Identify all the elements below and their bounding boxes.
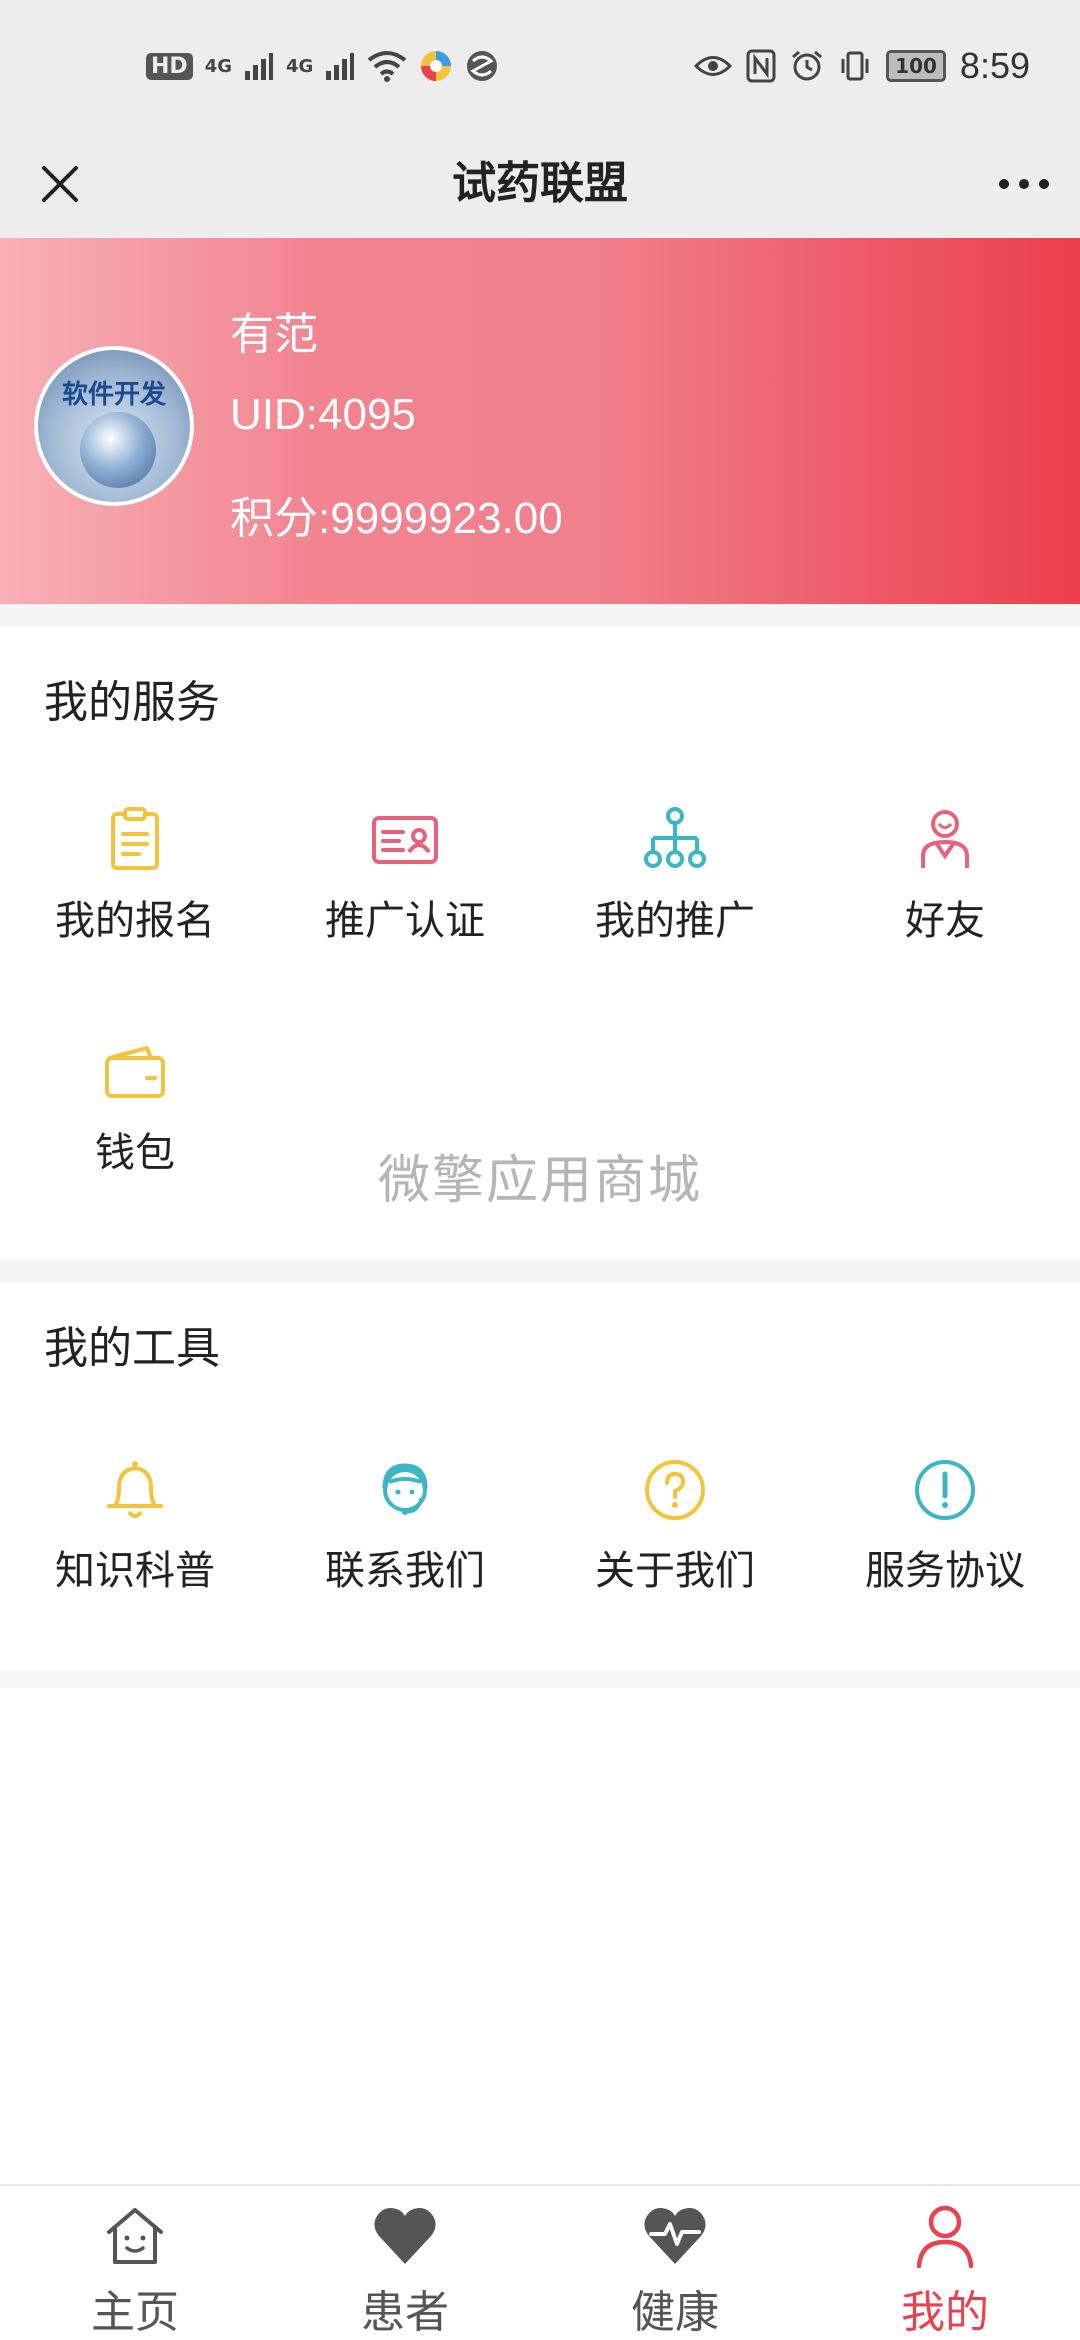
heart-icon [374, 2208, 436, 2264]
id-card-icon [372, 816, 438, 864]
heartbeat-icon [644, 2208, 706, 2264]
tool-label: 联系我们 [325, 1548, 485, 1594]
network-icon [644, 807, 706, 868]
avatar[interactable]: 软件开发 [34, 346, 194, 506]
home-icon [107, 2208, 163, 2264]
vibrate-icon [841, 51, 869, 81]
status-bar: HD 4G 4G 100 8:59 [0, 0, 1080, 130]
service-label: 我的推广 [595, 898, 755, 944]
tool-label: 知识科普 [55, 1548, 215, 1594]
wallet-icon [105, 1046, 165, 1098]
sim2-network-label: 4G [286, 55, 314, 77]
service-item-my-promotion[interactable]: 我的推广 [540, 804, 810, 946]
watermark: 微擎应用商城 [377, 1151, 702, 1211]
tab-mine[interactable]: 我的 [810, 2186, 1080, 2340]
profile-name: 有范 [230, 309, 318, 360]
service-item-my-registration[interactable]: 我的报名 [0, 804, 270, 946]
tool-item-contact-us[interactable]: 联系我们 [270, 1454, 540, 1596]
tools-section: 我的工具 知识科普 联系我们 关于我们 服务协议 [0, 1282, 1080, 1670]
service-label: 我的报名 [55, 898, 215, 944]
service-label: 好友 [905, 898, 985, 944]
sim1-network-label: 4G [204, 55, 232, 77]
profile-points: 积分:9999923.00 [230, 494, 563, 543]
nav-bar: 试药联盟 [0, 130, 1080, 238]
service-item-promotion-certification[interactable]: 推广认证 [270, 804, 540, 946]
signal-icon [326, 53, 355, 80]
profile-banner: 软件开发 有范 UID:4095 积分:9999923.00 [0, 238, 1080, 604]
avatar-text: 软件开发 [61, 380, 166, 410]
status-bar-left: HD 4G 4G [146, 44, 499, 88]
profile-uid: UID:4095 [230, 390, 416, 439]
tools-title: 我的工具 [44, 1323, 220, 1374]
battery-indicator: 100 [886, 50, 946, 82]
close-icon[interactable] [28, 152, 92, 216]
tab-patients[interactable]: 患者 [270, 2186, 540, 2340]
services-title: 我的服务 [44, 677, 220, 728]
tab-label: 患者 [361, 2287, 449, 2338]
question-icon [645, 1460, 705, 1520]
tool-item-knowledge[interactable]: 知识科普 [0, 1454, 270, 1596]
service-item-friends[interactable]: 好友 [810, 804, 1080, 946]
tab-health[interactable]: 健康 [540, 2186, 810, 2340]
tool-label: 服务协议 [865, 1548, 1025, 1594]
clipboard-icon [111, 807, 159, 870]
customer-service-icon [382, 1463, 428, 1515]
bell-icon [107, 1461, 163, 1518]
tool-item-service-agreement[interactable]: 服务协议 [810, 1454, 1080, 1596]
friend-icon [921, 810, 969, 868]
wifi-icon [368, 51, 407, 82]
tab-label: 主页 [91, 2287, 179, 2338]
tab-label: 健康 [631, 2287, 719, 2338]
tool-item-about-us[interactable]: 关于我们 [540, 1454, 810, 1596]
tab-bar: 主页 患者 健康 我的 [0, 2184, 1080, 2340]
divider [0, 1260, 1080, 1282]
clock: 8:59 [959, 45, 1030, 86]
status-bar-right: 100 8:59 [694, 44, 1030, 88]
alarm-icon [792, 50, 823, 81]
page-title: 试药联盟 [452, 158, 628, 209]
globe-icon [80, 412, 156, 488]
signal-icon [245, 53, 273, 80]
hd-indicator: HD [146, 52, 193, 80]
nfc-icon [746, 49, 776, 83]
divider [0, 1670, 1080, 1688]
app-notification-icon [421, 51, 452, 81]
tab-home[interactable]: 主页 [0, 2186, 270, 2340]
info-icon [915, 1460, 975, 1520]
more-icon[interactable] [992, 152, 1056, 216]
app-notification-icon [467, 51, 498, 81]
person-icon [916, 2205, 974, 2269]
tab-label: 我的 [901, 2287, 989, 2338]
service-label: 推广认证 [325, 898, 485, 944]
tool-label: 关于我们 [595, 1548, 755, 1594]
eye-icon [694, 56, 733, 76]
divider [0, 604, 1080, 626]
